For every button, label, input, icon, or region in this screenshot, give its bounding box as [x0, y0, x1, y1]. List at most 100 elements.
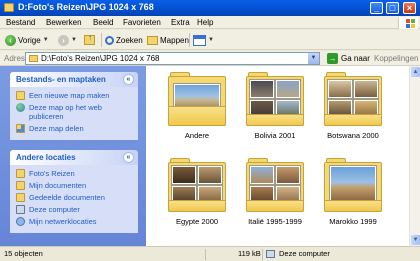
- search-icon: [105, 35, 114, 45]
- place-my-documents[interactable]: Mijn documenten: [16, 181, 134, 190]
- search-label: Zoeken: [116, 35, 143, 45]
- address-input[interactable]: D:\Foto's Reizen\JPG 1024 x 768 ▼: [25, 52, 320, 65]
- window-title: D:Foto's Reizen\JPG 1024 x 768: [18, 2, 154, 12]
- title-bar[interactable]: D:Foto's Reizen\JPG 1024 x 768 _ □ ×: [0, 0, 420, 16]
- task-label: Een nieuwe map maken: [29, 91, 110, 100]
- new-folder-icon: [16, 91, 25, 100]
- explorer-window: D:Foto's Reizen\JPG 1024 x 768 _ □ × Bes…: [0, 0, 420, 261]
- status-location: Deze computer: [279, 249, 330, 258]
- chevron-down-icon[interactable]: ▼: [71, 37, 77, 43]
- folder-icon: [246, 70, 304, 128]
- forward-button[interactable]: › ▼: [58, 33, 77, 47]
- panel-body: Een nieuwe map maken Deze map op het web…: [10, 87, 138, 140]
- panel-title: Andere locaties: [16, 153, 76, 162]
- minimize-button[interactable]: _: [370, 2, 383, 14]
- collapse-icon[interactable]: «: [123, 152, 134, 163]
- go-label: Ga naar: [341, 54, 370, 63]
- close-button[interactable]: ×: [403, 2, 416, 14]
- vertical-scrollbar[interactable]: ▲ ▼: [409, 66, 420, 246]
- toolbar: ‹ Vorige ▼ › ▼ ↑ Zoeken Mappen ▼: [0, 30, 420, 50]
- computer-icon: [266, 250, 275, 258]
- photo-preview: [354, 80, 378, 98]
- up-folder-button[interactable]: ↑: [84, 33, 95, 47]
- toolbar-separator: [189, 33, 190, 47]
- chevron-down-icon[interactable]: ▼: [208, 37, 214, 43]
- folder-thumbnail[interactable]: Botswana 2000: [324, 70, 386, 140]
- folder-name: Botswana 2000: [327, 131, 379, 140]
- menu-bestand[interactable]: Bestand: [6, 18, 35, 27]
- folder-icon: [324, 70, 382, 128]
- go-button[interactable]: → Ga naar: [327, 53, 370, 64]
- collapse-icon[interactable]: «: [123, 74, 134, 85]
- folder-name: Egypte 2000: [175, 217, 219, 226]
- status-object-count: 15 objecten: [4, 249, 43, 258]
- task-publish-web[interactable]: Deze map op het web publiceren: [16, 103, 134, 121]
- place-label: Foto's Reizen: [29, 169, 75, 178]
- place-my-computer[interactable]: Deze computer: [16, 205, 134, 214]
- chevron-down-icon[interactable]: ▼: [43, 37, 49, 43]
- share-folder-icon: [16, 124, 25, 133]
- folder-name: Andere: [184, 131, 210, 140]
- network-icon: [16, 217, 25, 226]
- address-label: Adres: [4, 54, 25, 63]
- links-label[interactable]: Koppelingen: [374, 54, 418, 63]
- file-folder-tasks-panel: Bestands- en maptaken « Een nieuwe map m…: [10, 72, 138, 140]
- place-label: Gedeelde documenten: [29, 193, 105, 202]
- menu-favorieten[interactable]: Favorieten: [123, 18, 161, 27]
- search-button[interactable]: Zoeken: [105, 33, 143, 47]
- folder-thumbnail[interactable]: Egypte 2000: [168, 156, 230, 226]
- menu-bewerken[interactable]: Bewerken: [46, 18, 82, 27]
- photo-preview: [276, 80, 300, 98]
- photo-preview: [276, 166, 300, 184]
- place-fotos-reizen[interactable]: Foto's Reizen: [16, 169, 134, 178]
- folder-icon: [16, 169, 25, 178]
- address-value: D:\Foto's Reizen\JPG 1024 x 768: [41, 54, 160, 63]
- status-divider: [205, 249, 206, 260]
- panel-title: Bestands- en maptaken: [16, 75, 106, 84]
- menu-help[interactable]: Help: [197, 18, 213, 27]
- task-share-folder[interactable]: Deze map delen: [16, 124, 134, 133]
- folder-icon: [4, 3, 14, 12]
- folder-thumbnail[interactable]: Marokko 1999: [324, 156, 386, 226]
- folder-thumbnail[interactable]: Bolivia 2001: [246, 70, 308, 140]
- folder-icon: [16, 181, 25, 190]
- folder-icon: [29, 55, 38, 62]
- photo-preview: [172, 166, 196, 184]
- task-new-folder[interactable]: Een nieuwe map maken: [16, 91, 134, 100]
- folder-thumbnail[interactable]: Andere: [168, 70, 230, 140]
- scroll-up-icon[interactable]: ▲: [411, 67, 420, 77]
- maximize-button[interactable]: □: [386, 2, 399, 14]
- place-network[interactable]: Mijn netwerklocaties: [16, 217, 134, 226]
- task-pane: Bestands- en maptaken « Een nieuwe map m…: [0, 66, 146, 246]
- chevron-down-icon[interactable]: ▼: [308, 53, 319, 64]
- panel-header[interactable]: Andere locaties «: [10, 150, 138, 165]
- scroll-down-icon[interactable]: ▼: [411, 235, 420, 245]
- panel-header[interactable]: Bestands- en maptaken «: [10, 72, 138, 87]
- globe-icon: [16, 103, 25, 112]
- place-shared-documents[interactable]: Gedeelde documenten: [16, 193, 134, 202]
- toolbar-separator: [101, 33, 102, 47]
- folder-view: Andere Bolivia 2001 Botswana 2000 Egypte…: [146, 66, 409, 246]
- task-label: Deze map op het web publiceren: [29, 103, 102, 121]
- status-bar: 15 objecten 119 kB Deze computer: [0, 246, 420, 261]
- folders-icon: [147, 35, 158, 45]
- place-label: Mijn documenten: [29, 181, 87, 190]
- task-label: Deze map delen: [29, 124, 84, 133]
- folder-thumbnail[interactable]: Italië 1995-1999: [246, 156, 308, 226]
- place-label: Deze computer: [29, 205, 80, 214]
- folders-button[interactable]: Mappen: [147, 33, 189, 47]
- menu-beeld[interactable]: Beeld: [93, 18, 113, 27]
- back-arrow-icon: ‹: [5, 34, 16, 46]
- menu-extra[interactable]: Extra: [171, 18, 190, 27]
- folder-name: Marokko 1999: [329, 217, 377, 226]
- forward-arrow-icon: ›: [58, 34, 69, 46]
- folder-icon: [324, 156, 382, 214]
- back-button[interactable]: ‹ Vorige ▼: [5, 33, 49, 47]
- windows-logo-icon: [398, 17, 418, 29]
- folder-name: Bolivia 2001: [254, 131, 296, 140]
- views-button[interactable]: ▼: [193, 33, 214, 47]
- photo-preview: [198, 166, 222, 184]
- photo-preview: [328, 80, 352, 98]
- other-places-panel: Andere locaties « Foto's Reizen Mijn doc…: [10, 150, 138, 233]
- photo-preview: [330, 166, 376, 202]
